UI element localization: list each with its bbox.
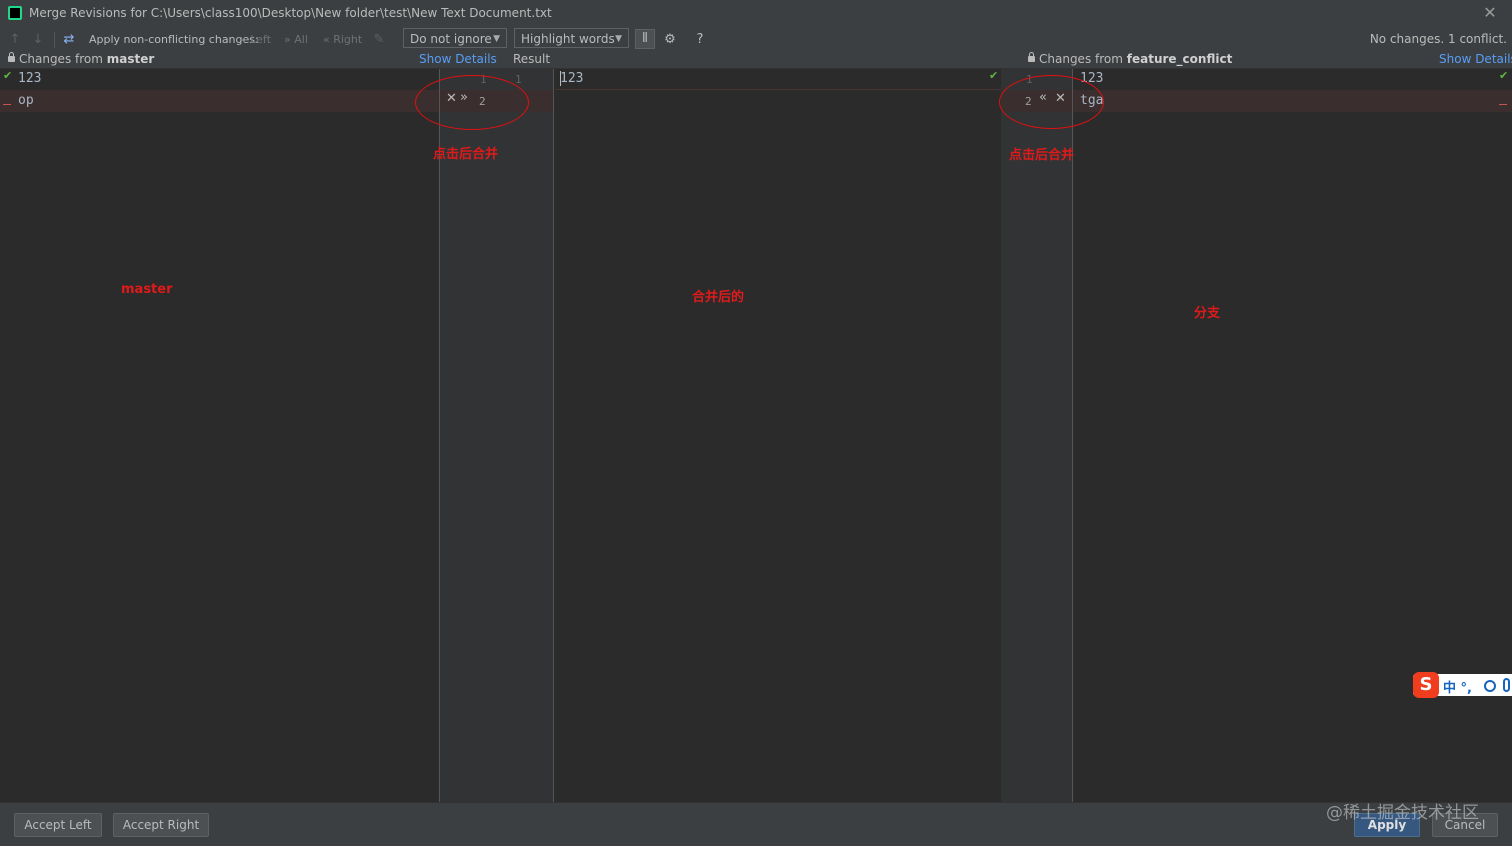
highlight-dropdown-value: Highlight words (521, 32, 615, 46)
conflict-highlight (1073, 90, 1512, 112)
code-line: op (18, 93, 34, 108)
magic-resolve-icon[interactable]: ⇄ (60, 31, 78, 49)
apply-right-label: Right (333, 33, 363, 46)
app-icon (8, 6, 22, 20)
emoji-icon[interactable] (1484, 680, 1496, 692)
left-branch-name: master (106, 52, 155, 66)
apply-all-label: All (294, 33, 308, 46)
apply-left-label: Left (250, 33, 271, 46)
annotation-branch-label: 分支 (1194, 306, 1221, 321)
close-button[interactable]: ✕ (1480, 3, 1500, 23)
sogou-logo-icon: S (1413, 672, 1439, 698)
right-merge-gutter: 1 2 « ✕ (1001, 69, 1073, 802)
annotation-master-label: master (121, 282, 173, 297)
annotation-result-label: 合并后的 (692, 290, 745, 305)
accept-left-button[interactable]: Accept Left (14, 813, 102, 837)
annotation-note-left: 点击后合并 (433, 147, 499, 162)
apply-right-button[interactable]: « Right (323, 33, 362, 46)
title-bar: Merge Revisions for C:\Users\class100\De… (0, 0, 1512, 28)
help-icon[interactable]: ? (691, 31, 709, 49)
lock-icon (1028, 52, 1035, 62)
ime-toolbar[interactable]: S 中 °, (1413, 672, 1512, 698)
merge-status: No changes. 1 conflict. (1369, 32, 1507, 46)
conflict-divider (555, 89, 1001, 90)
pane-header-row: Changes from master Show Details Result … (0, 52, 1512, 69)
right-show-details-link[interactable]: Show Details (1439, 52, 1512, 66)
double-chevron-both-icon: » (284, 33, 291, 46)
result-editor-pane[interactable]: 123 ✔ (555, 69, 1001, 802)
code-line: 123 (560, 71, 584, 86)
left-merge-gutter: 1 1 ✕ » 2 (439, 69, 554, 802)
annotation-ellipse-right (999, 75, 1104, 129)
settings-gear-icon[interactable]: ⚙ (661, 31, 679, 49)
lock-icon (8, 52, 15, 62)
bottom-action-bar: Accept Left Accept Right Apply Cancel (0, 802, 1512, 846)
apply-left-button[interactable]: » Left (240, 33, 271, 46)
checkmark-icon: ✔ (3, 69, 13, 82)
annotation-ellipse-left (415, 75, 529, 130)
prev-change-arrow-up-icon[interactable]: ↑ (6, 31, 24, 49)
changed-marker (1499, 104, 1507, 105)
left-pane-header: Changes from master (8, 52, 154, 66)
right-header-prefix: Changes from (1039, 52, 1127, 66)
double-chevron-right-icon: » (240, 33, 247, 46)
ignore-whitespace-dropdown[interactable]: Do not ignore ▼ (403, 28, 507, 48)
checkmark-icon: ✔ (1499, 69, 1509, 82)
highlight-mode-dropdown[interactable]: Highlight words ▼ (514, 28, 629, 48)
window-title: Merge Revisions for C:\Users\class100\De… (29, 6, 552, 20)
double-chevron-left-icon: « (323, 33, 330, 46)
next-change-arrow-down-icon[interactable]: ↓ (29, 31, 47, 49)
right-pane-header: Changes from feature_conflict (1028, 52, 1232, 66)
left-show-details-link[interactable]: Show Details (419, 52, 497, 66)
toolbar: ↑ ↓ ⇄ Apply non-conflicting changes: » L… (0, 28, 1512, 52)
sync-scroll-toggle-icon[interactable]: ⫴ (635, 29, 655, 49)
apply-non-conflicting-label: Apply non-conflicting changes: (89, 33, 259, 46)
apply-all-button[interactable]: » All (284, 33, 308, 46)
toolbar-separator (54, 32, 55, 48)
ime-mode-text[interactable]: 中 °, (1443, 677, 1472, 696)
result-pane-header: Result (513, 52, 551, 66)
watermark: @稀土掘金技术社区 (1326, 803, 1479, 823)
conflict-highlight (0, 90, 439, 112)
code-line: 123 (18, 71, 42, 86)
deleted-marker (3, 104, 11, 105)
right-branch-name: feature_conflict (1126, 52, 1233, 66)
ignore-dropdown-value: Do not ignore (410, 32, 492, 46)
left-editor-pane[interactable]: ✔ 123 op (0, 69, 439, 802)
wand-icon[interactable]: ✎ (370, 31, 388, 49)
checkmark-icon: ✔ (989, 69, 999, 82)
dropdown-arrow-icon: ▼ (493, 34, 500, 44)
microphone-icon[interactable] (1503, 678, 1510, 692)
left-header-prefix: Changes from (19, 52, 107, 66)
dropdown-arrow-icon: ▼ (615, 34, 622, 44)
annotation-note-right: 点击后合并 (1009, 148, 1075, 163)
accept-right-button[interactable]: Accept Right (113, 813, 209, 837)
